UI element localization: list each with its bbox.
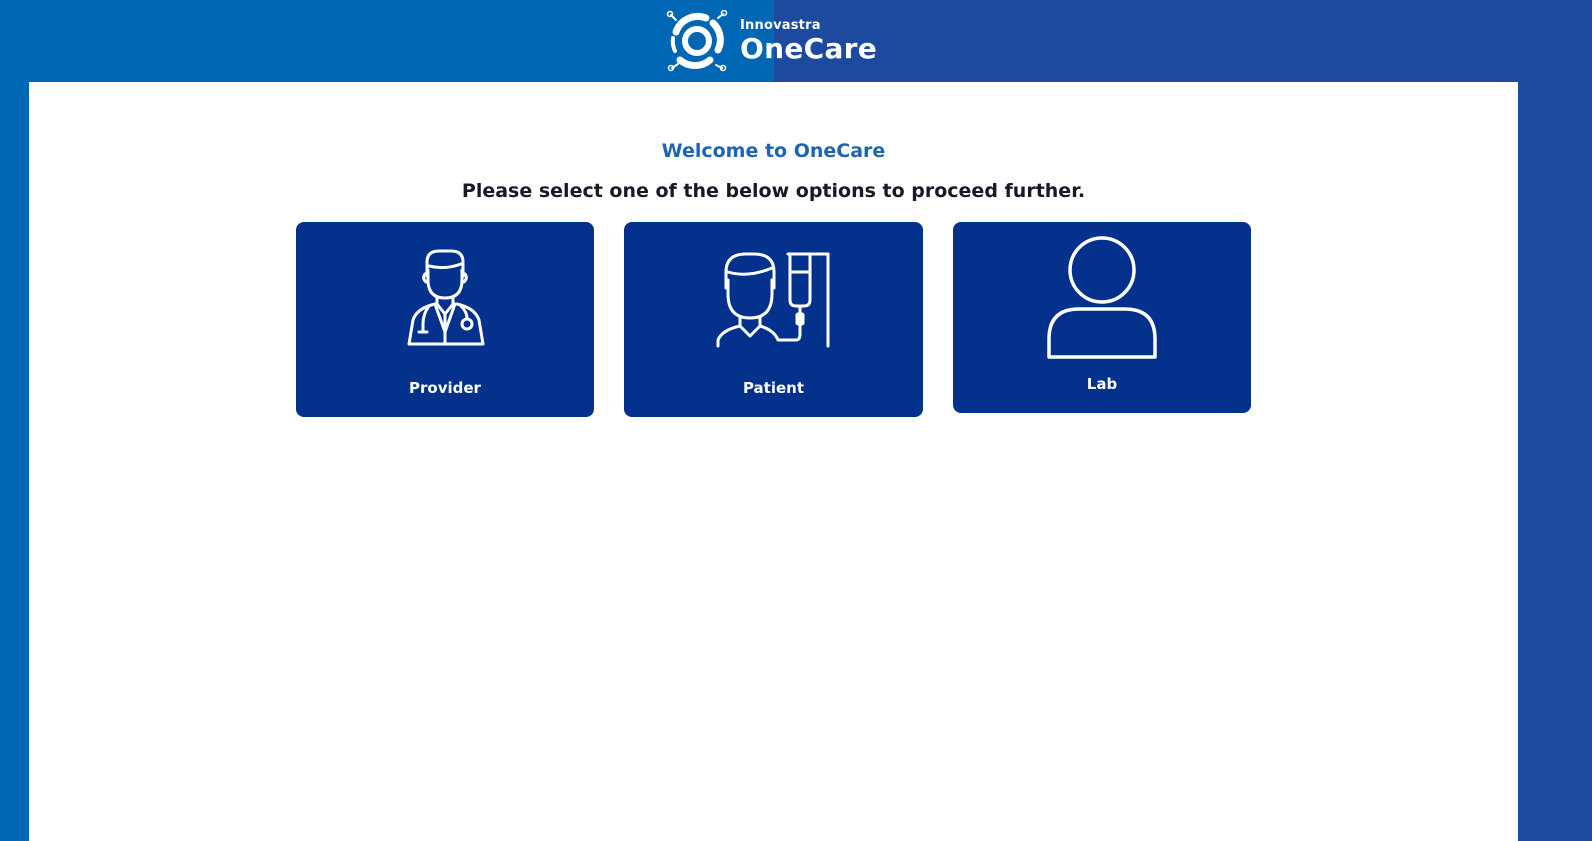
page-title: Welcome to OneCare [661, 140, 886, 162]
onecare-logo-icon [666, 10, 728, 72]
logo-text: Innovastra OneCare [740, 19, 877, 63]
patient-option-card[interactable]: Patient [624, 222, 923, 417]
app-header: Innovastra OneCare [0, 0, 1592, 82]
provider-option-card[interactable]: Provider [296, 222, 594, 417]
logo-product-name: OneCare [740, 32, 878, 65]
onecare-logo[interactable]: Innovastra OneCare [666, 10, 877, 72]
main-content-panel: Welcome to OneCare Please select one of … [29, 82, 1518, 841]
doctor-icon [296, 248, 594, 348]
lab-label: Lab [1086, 375, 1118, 393]
patient-iv-icon [624, 250, 923, 348]
instruction-text: Please select one of the below options t… [461, 180, 1086, 202]
provider-label: Provider [409, 379, 481, 397]
user-icon [953, 235, 1251, 359]
logo-company-name: Innovastra [740, 18, 821, 33]
lab-option-card[interactable]: Lab [953, 222, 1251, 413]
patient-label: Patient [742, 379, 805, 397]
